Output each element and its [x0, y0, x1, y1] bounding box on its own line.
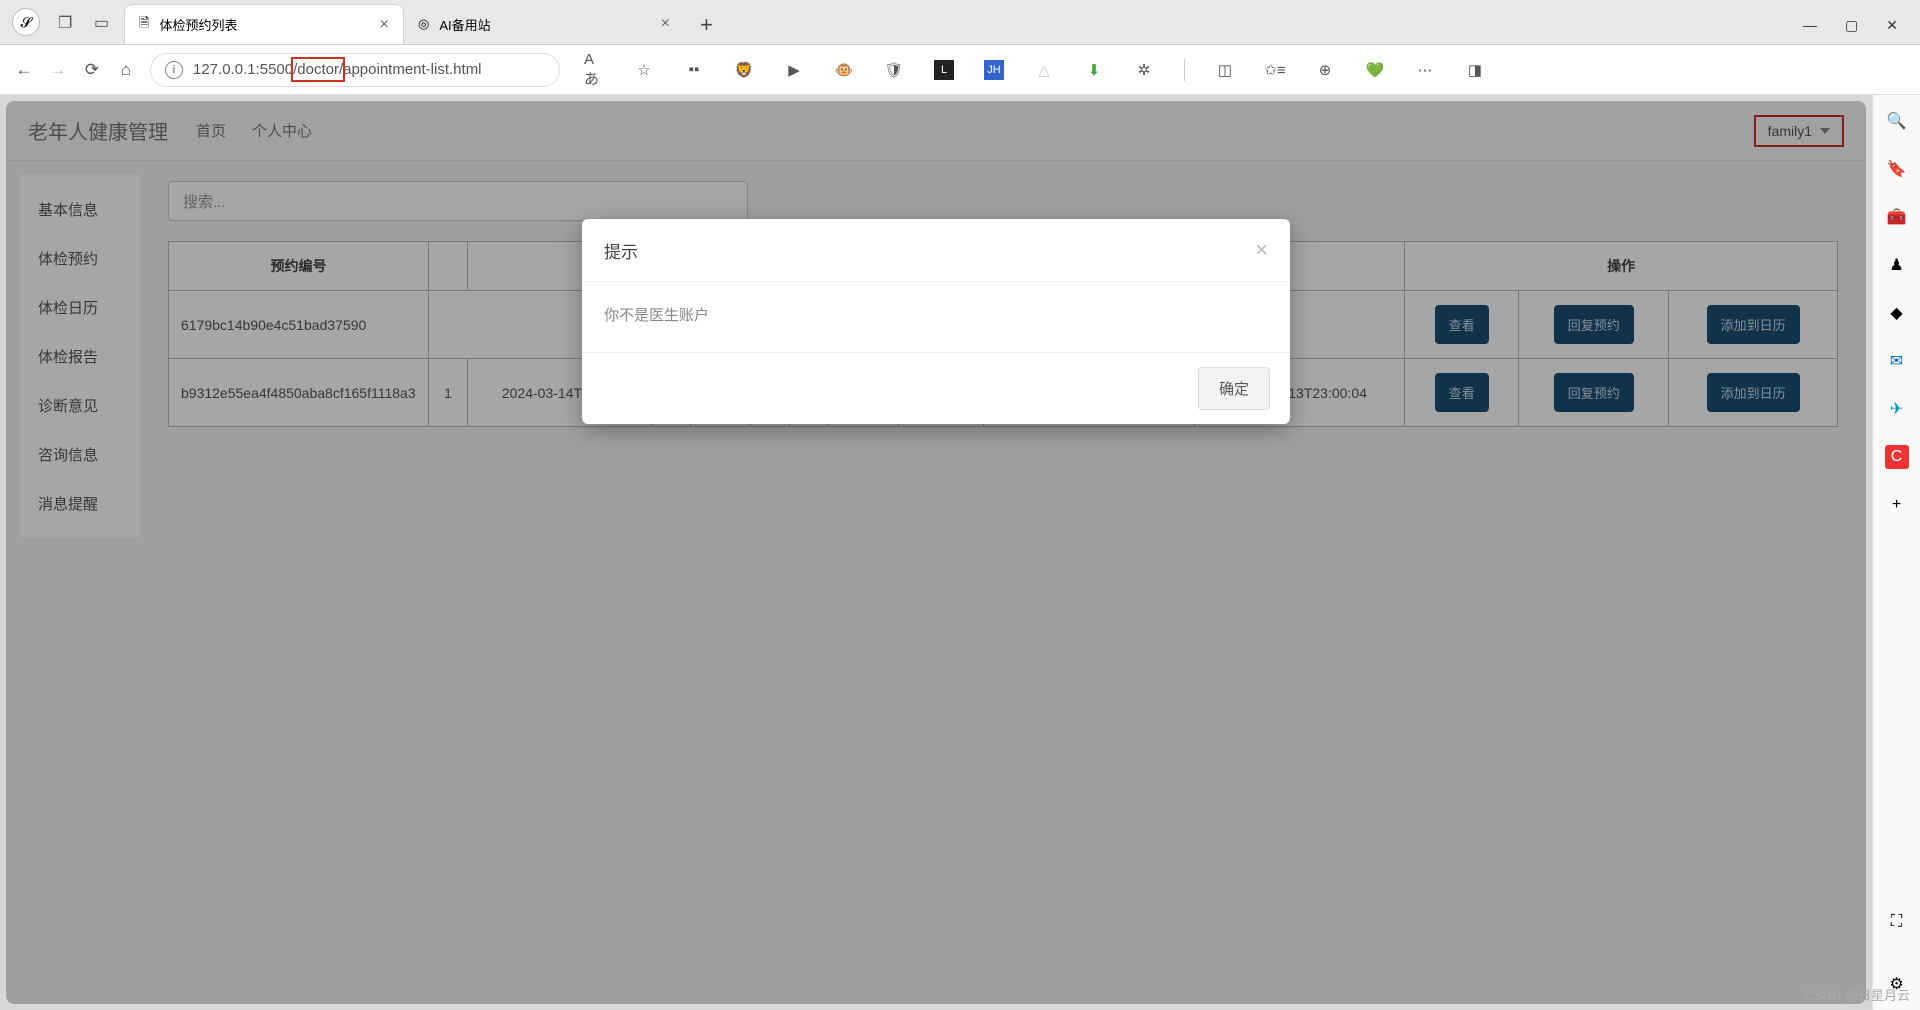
- ext5-icon[interactable]: JH: [984, 60, 1004, 80]
- outlook-icon[interactable]: ✉: [1885, 349, 1909, 373]
- page-icon: 🗎: [139, 14, 149, 36]
- profile-icon[interactable]: 𝓢: [12, 8, 40, 36]
- home-icon[interactable]: ⌂: [116, 60, 136, 80]
- ok-button[interactable]: 确定: [1198, 367, 1270, 410]
- search-icon[interactable]: 🔍: [1885, 109, 1909, 133]
- forward-icon: →: [48, 60, 68, 80]
- add-rail-icon[interactable]: +: [1885, 493, 1909, 517]
- screenshot-icon[interactable]: ⛶: [1885, 910, 1909, 934]
- refresh-icon[interactable]: ⟳: [82, 60, 102, 80]
- shopping-icon[interactable]: 🔖: [1885, 157, 1909, 181]
- shield-icon[interactable]: 🛡: [884, 60, 904, 80]
- new-tab-button[interactable]: +: [684, 12, 729, 44]
- tools-icon[interactable]: 🧰: [1885, 205, 1909, 229]
- maximize-icon[interactable]: ▢: [1845, 17, 1858, 34]
- office-icon[interactable]: ◆: [1885, 301, 1909, 325]
- address-bar: ← → ⟳ ⌂ i 127.0.0.1:5500/doctor/appointm…: [0, 45, 1920, 95]
- close-icon[interactable]: ×: [661, 15, 670, 33]
- ext2-icon[interactable]: 🦁: [734, 60, 754, 80]
- ext1-icon[interactable]: ▪▪: [684, 60, 704, 80]
- browser-side-rail: 🔍 🔖 🧰 ♟ ◆ ✉ ✈ C + ⛶ ⚙: [1872, 95, 1920, 1010]
- tab-actions-icon[interactable]: ▭: [94, 13, 112, 31]
- modal-title: 提示: [604, 238, 638, 263]
- alert-modal: 提示 × 你不是医生账户 确定: [582, 219, 1290, 424]
- collections-icon[interactable]: ⊕: [1315, 60, 1335, 80]
- sidebar-toggle-icon[interactable]: ◨: [1465, 60, 1485, 80]
- site-info-icon[interactable]: i: [165, 61, 183, 79]
- page-content: 老年人健康管理 首页 个人中心 family1 基本信息 体检预约 体检日历 体…: [6, 101, 1866, 1004]
- page-icon: ◎: [418, 16, 429, 32]
- close-icon[interactable]: ×: [1255, 237, 1268, 263]
- app-c-icon[interactable]: C: [1885, 445, 1909, 469]
- close-icon[interactable]: ×: [380, 16, 389, 34]
- watermark: CSDN @日星月云: [1804, 985, 1910, 1004]
- send-icon[interactable]: ✈: [1885, 397, 1909, 421]
- back-icon[interactable]: ←: [14, 60, 34, 80]
- window-close-icon[interactable]: ✕: [1886, 17, 1898, 34]
- download-icon[interactable]: ⬇: [1084, 60, 1104, 80]
- minimize-icon[interactable]: —: [1803, 17, 1817, 34]
- play-icon[interactable]: ▶: [784, 60, 804, 80]
- favorites-bar-icon[interactable]: ✩≡: [1265, 60, 1285, 80]
- performance-icon[interactable]: 💚: [1365, 60, 1385, 80]
- workspaces-icon[interactable]: ❐: [58, 13, 76, 31]
- tab-active[interactable]: 🗎 体检预约列表 ×: [124, 4, 404, 44]
- modal-body: 你不是医生账户: [582, 282, 1290, 352]
- extensions-icon[interactable]: ✲: [1134, 60, 1154, 80]
- url-input[interactable]: i 127.0.0.1:5500/doctor/appointment-list…: [150, 53, 560, 87]
- games-icon[interactable]: ♟: [1885, 253, 1909, 277]
- browser-tab-strip: 𝓢 ❐ ▭ 🗎 体检预约列表 × ◎ AI备用站 × + — ▢ ✕: [0, 0, 1920, 45]
- favorite-icon[interactable]: ☆: [634, 60, 654, 80]
- tab-inactive[interactable]: ◎ AI备用站 ×: [404, 4, 684, 44]
- tab-title: 体检预约列表: [159, 15, 237, 34]
- ext3-icon[interactable]: 🐵: [834, 60, 854, 80]
- ext6-icon[interactable]: △: [1034, 60, 1054, 80]
- split-icon[interactable]: ◫: [1215, 60, 1235, 80]
- tab-title: AI备用站: [439, 15, 490, 34]
- reader-icon[interactable]: Aあ: [584, 60, 604, 80]
- url-text: 127.0.0.1:5500/doctor/appointment-list.h…: [193, 61, 482, 78]
- more-icon[interactable]: ⋯: [1415, 60, 1435, 80]
- ext4-icon[interactable]: L: [934, 60, 954, 80]
